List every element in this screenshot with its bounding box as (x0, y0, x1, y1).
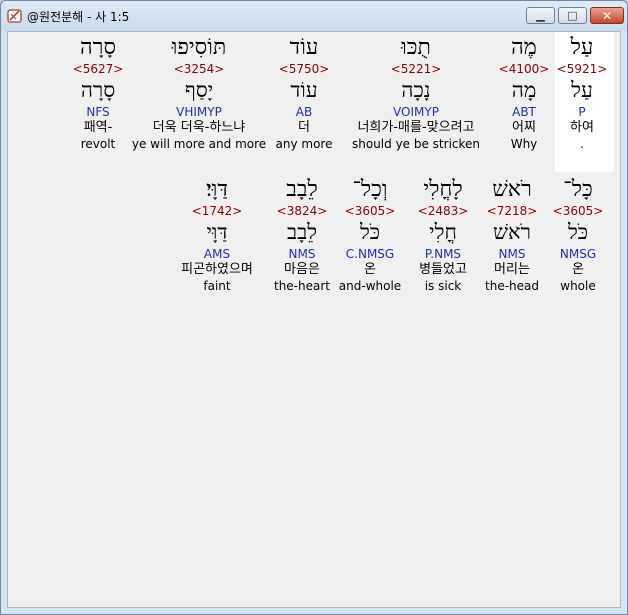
maximize-button[interactable]: □ (558, 7, 587, 24)
strong-number[interactable]: <2483> (418, 204, 469, 218)
strong-number[interactable]: <5750> (276, 62, 333, 76)
english-gloss: and-whole (338, 279, 402, 293)
english-gloss: whole (560, 279, 596, 293)
strong-number[interactable]: <4100> (499, 62, 550, 76)
parsing-code: VHIMYP (176, 105, 222, 119)
word-column[interactable]: תּוֹסִיפוּ <3254> יָסַף VHIMYP 더욱 더욱-하느냐… (132, 34, 266, 152)
word-column[interactable]: וְכָל־ <3605> כֹּל C.NMSG 온 and-whole (339, 176, 401, 294)
parsing-code: VOIMYP (393, 105, 439, 119)
korean-gloss: 온 (364, 262, 376, 277)
strong-number[interactable]: <5921> (557, 62, 608, 76)
hebrew-word: תּוֹסִיפוּ (171, 35, 227, 60)
korean-gloss: 패역- (83, 120, 113, 135)
korean-gloss: 더욱 더욱-하느냐 (152, 120, 246, 135)
parsing-code: NMSG (559, 247, 597, 261)
hebrew-lemma: דַּוָּי (206, 220, 228, 244)
interlinear-panel[interactable]: עַל <5921> עַל P 하여 . מֶה <4100> מָה ABT… (7, 31, 621, 608)
hebrew-word: רֹאשׁ (492, 177, 532, 202)
word-column[interactable]: כָּל־ <3605> כֹּל NMSG 온 whole (553, 176, 604, 294)
hebrew-lemma: כֹּל (567, 220, 589, 244)
english-gloss: is sick (424, 279, 462, 293)
hebrew-lemma: סָרָה (80, 78, 116, 102)
english-gloss: revolt (80, 137, 116, 151)
parsing-code: NMS (498, 247, 526, 261)
hebrew-lemma: עַל (571, 78, 593, 102)
hebrew-word: תֻכּוּ (401, 35, 431, 60)
strong-number[interactable]: <3605> (339, 204, 401, 218)
hebrew-lemma: רֹאשׁ (493, 220, 531, 244)
korean-gloss: 병들었고 (419, 262, 467, 277)
korean-gloss: 너희가-매를-맞으려고 (357, 120, 475, 135)
english-gloss: any more (275, 137, 333, 151)
hebrew-word: סָרָה (80, 35, 116, 60)
word-column[interactable]: תֻכּוּ <5221> נָכָה VOIMYP 너희가-매를-맞으려고 s… (352, 34, 480, 152)
english-gloss: faint (203, 279, 231, 293)
hebrew-lemma: כֹּל (359, 220, 381, 244)
parsing-code: AB (295, 105, 313, 119)
korean-gloss: 하여 (570, 120, 594, 135)
hebrew-word: וְכָל־ (352, 177, 388, 202)
hebrew-word: לֵבָב (286, 177, 318, 202)
english-gloss: ye will more and more (131, 137, 267, 151)
hebrew-word: עוֹד (289, 35, 319, 60)
hebrew-word: כָּל־ (563, 177, 593, 202)
strong-number[interactable]: <1742> (181, 204, 253, 218)
hebrew-lemma: יָסַף (184, 78, 214, 102)
korean-gloss: 더 (298, 120, 310, 135)
strong-number[interactable]: <3254> (132, 62, 266, 76)
parsing-code: P.NMS (424, 247, 462, 261)
parsing-code: P (578, 105, 586, 119)
hebrew-lemma: נָכָה (401, 78, 431, 102)
hebrew-word: דַּוָּי׃ (206, 177, 228, 202)
hebrew-lemma: לֵבָב (286, 220, 318, 244)
word-column[interactable]: לֵבָב <3824> לֵבָב NMS 마음은 the-heart (274, 176, 330, 294)
title-bar[interactable]: @원전분해 - 사 1:5 ▁ □ ✕ (1, 1, 627, 31)
english-gloss: the-heart (273, 279, 331, 293)
strong-number[interactable]: <7218> (485, 204, 539, 218)
korean-gloss: 온 (572, 262, 584, 277)
close-button[interactable]: ✕ (590, 7, 624, 24)
korean-gloss: 어찌 (512, 120, 536, 135)
hebrew-word: מֶה (511, 35, 537, 60)
word-column[interactable]: עוֹד <5750> עוֹד AB 더 any more (276, 34, 333, 152)
minimize-button[interactable]: ▁ (526, 7, 555, 24)
word-column[interactable]: דַּוָּי׃ <1742> דַּוָּי AMS 피곤하였으며 faint (181, 176, 253, 294)
app-icon (7, 9, 22, 23)
parsing-code: C.NMSG (345, 247, 395, 261)
strong-number[interactable]: <5627> (73, 62, 124, 76)
strong-number[interactable]: <3824> (274, 204, 330, 218)
hebrew-word: לָחֳלִי (423, 177, 463, 202)
maximize-icon: □ (567, 9, 578, 22)
parsing-code: AMS (203, 247, 231, 261)
strong-number[interactable]: <3605> (553, 204, 604, 218)
close-icon: ✕ (601, 8, 613, 23)
english-gloss: . (580, 137, 584, 151)
hebrew-lemma: עוֹד (290, 78, 318, 102)
strong-number[interactable]: <5221> (352, 62, 480, 76)
hebrew-word: עַל (570, 35, 594, 60)
minimize-icon: ▁ (536, 9, 545, 22)
word-column[interactable]: מֶה <4100> מָה ABT 어찌 Why (499, 34, 550, 152)
word-column[interactable]: סָרָה <5627> סָרָה NFS 패역- revolt (73, 34, 124, 152)
window-title: @원전분해 - 사 1:5 (27, 10, 130, 24)
word-column[interactable]: רֹאשׁ <7218> רֹאשׁ NMS 머리는 the-head (485, 176, 539, 294)
app-window: @원전분해 - 사 1:5 ▁ □ ✕ עַל <5921> עַל P 하여 … (0, 0, 628, 615)
english-gloss: Why (510, 137, 538, 151)
english-gloss: should ye be stricken (351, 137, 481, 151)
parsing-code: NMS (288, 247, 316, 261)
word-column[interactable]: לָחֳלִי <2483> חֳלִי P.NMS 병들었고 is sick (418, 176, 469, 294)
korean-gloss: 마음은 (284, 262, 320, 277)
word-column[interactable]: עַל <5921> עַל P 하여 . (557, 34, 608, 152)
hebrew-lemma: מָה (511, 78, 537, 102)
parsing-code: ABT (512, 105, 536, 119)
korean-gloss: 머리는 (494, 262, 530, 277)
english-gloss: the-head (485, 279, 539, 293)
korean-gloss: 피곤하였으며 (181, 262, 253, 277)
hebrew-lemma: חֳלִי (429, 220, 457, 244)
parsing-code: NFS (86, 105, 110, 119)
